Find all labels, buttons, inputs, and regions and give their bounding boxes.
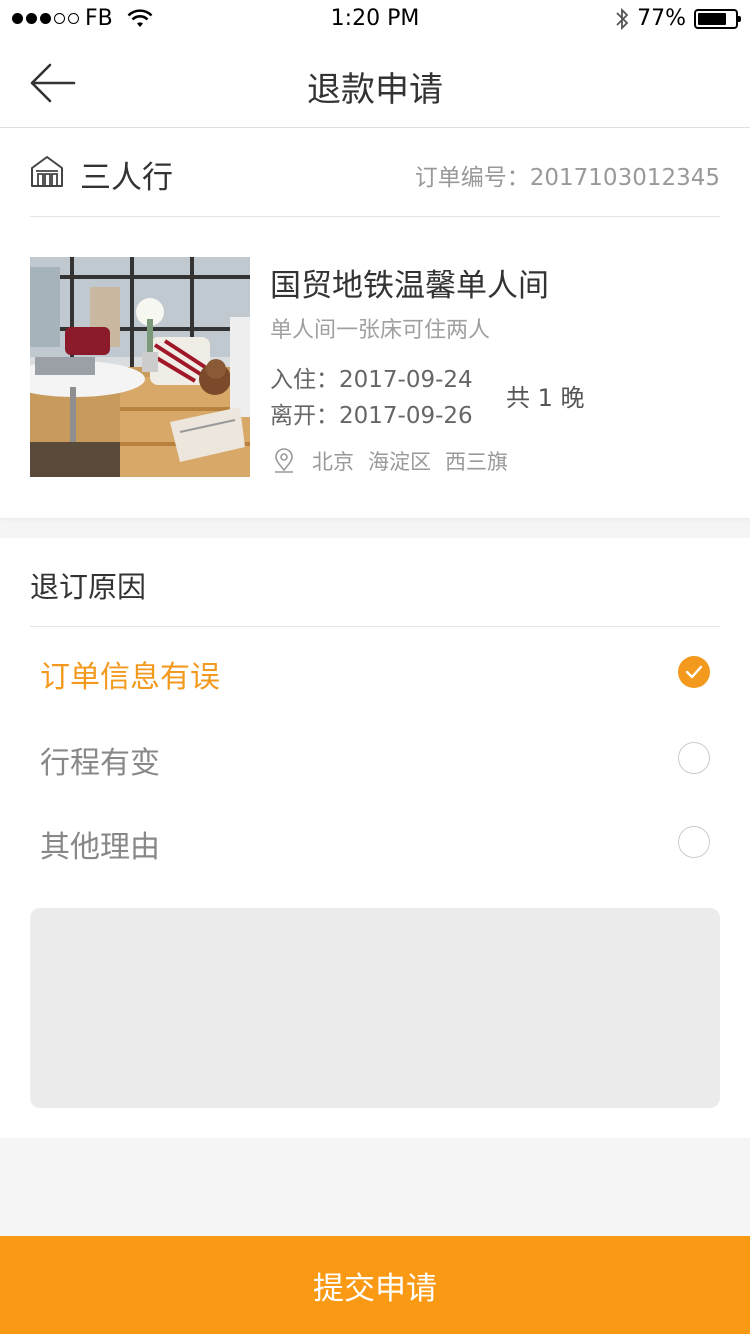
location-city: 北京	[312, 450, 354, 474]
radio-checked-icon[interactable]	[678, 656, 710, 688]
house-icon	[31, 156, 63, 187]
order-number: 订单编号：2017103012345	[414, 165, 720, 191]
reason-option-trip-changed[interactable]: 行程有变	[30, 728, 720, 788]
battery-icon	[694, 8, 741, 29]
reason-option-label: 订单信息有误	[40, 660, 220, 695]
reason-textarea[interactable]	[30, 908, 720, 1108]
order-card: 三人行 订单编号：2017103012345 国贸地铁温馨单人间 单人间一张床可…	[0, 128, 750, 518]
location: 北京 海淀区 西三旗	[272, 446, 522, 476]
reason-header: 退订原因	[30, 538, 720, 627]
nights-count: 共 1 晚	[506, 384, 585, 412]
reason-option-other[interactable]: 其他理由	[30, 812, 720, 872]
room-description: 单人间一张床可住两人	[270, 318, 491, 343]
room-photo	[30, 257, 250, 477]
bluetooth-icon	[616, 7, 629, 30]
status-right: 77%	[615, 6, 741, 31]
reason-title: 退订原因	[30, 570, 147, 604]
checkin-date: 入住：2017-09-24	[270, 367, 473, 393]
location-district: 海淀区	[368, 450, 431, 474]
reason-option-label: 其他理由	[40, 830, 160, 865]
refund-reason-card: 退订原因 订单信息有误 行程有变 其他理由	[0, 538, 750, 1138]
room-title: 国贸地铁温馨单人间	[270, 268, 549, 304]
location-pin-icon	[275, 448, 293, 473]
page-title: 退款申请	[307, 70, 443, 110]
radio-unchecked-icon[interactable]	[678, 742, 710, 774]
reason-option-order-info-error[interactable]: 订单信息有误	[30, 642, 720, 702]
submit-button[interactable]: 提交申请	[0, 1236, 750, 1334]
battery-percent: 77%	[637, 6, 686, 31]
location-area: 西三旗	[445, 450, 508, 474]
battery-fill	[698, 12, 726, 25]
shop-name: 三人行	[80, 160, 173, 196]
shop-row: 三人行 订单编号：2017103012345	[30, 128, 720, 217]
reason-option-label: 行程有变	[40, 746, 160, 781]
checkout-date: 离开：2017-09-26	[270, 403, 473, 429]
radio-unchecked-icon[interactable]	[678, 826, 710, 858]
status-bar: FB 1:20 PM 77%	[0, 0, 750, 40]
navigation-bar: 退款申请	[0, 40, 750, 128]
